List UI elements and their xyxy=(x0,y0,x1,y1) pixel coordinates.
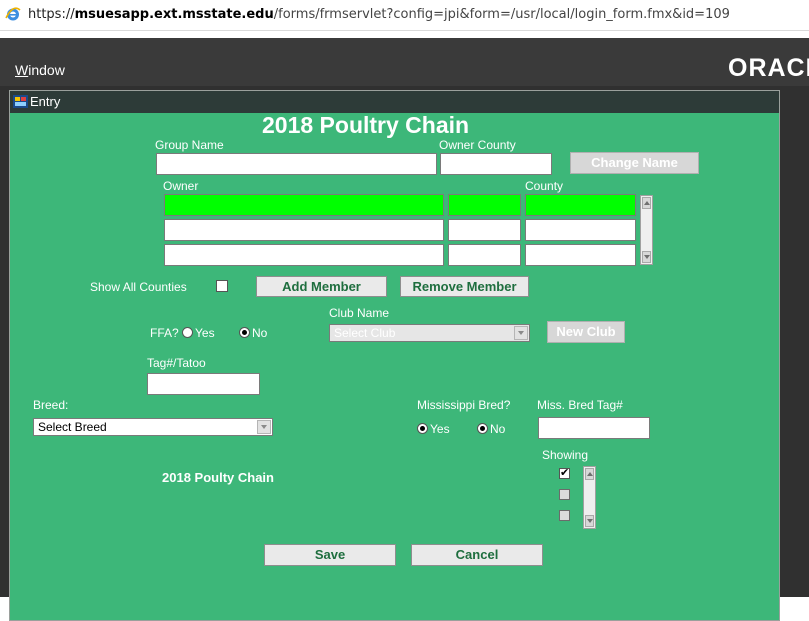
address-bar[interactable]: https://msuesapp.ext.msstate.edu/forms/f… xyxy=(0,0,809,31)
url-path: /forms/frmservlet?config=jpi&form=/usr/l… xyxy=(273,7,730,22)
ms-bred-yes-label: Yes xyxy=(430,422,450,436)
menu-window[interactable]: Window xyxy=(15,62,65,78)
owner-county-label: Owner County xyxy=(439,138,516,152)
county-column-header: County xyxy=(525,179,564,193)
owner-scrollbar[interactable] xyxy=(640,195,653,265)
tag-field[interactable] xyxy=(147,373,260,395)
chevron-down-icon[interactable] xyxy=(257,420,271,434)
form-body: 2018 Poultry Chain Group Name Owner Coun… xyxy=(10,112,779,620)
breed-select-value: Select Breed xyxy=(38,420,107,434)
club-select-value: Select Club xyxy=(334,326,396,340)
tag-label: Tag#/Tatoo xyxy=(147,356,206,370)
scroll-down-icon[interactable] xyxy=(585,515,594,527)
group-name-label: Group Name xyxy=(155,138,224,152)
ms-bred-no-radio[interactable] xyxy=(477,423,488,434)
menu-window-label: indow xyxy=(28,62,65,78)
show-all-counties-label: Show All Counties xyxy=(90,280,187,294)
ffa-yes-radio[interactable] xyxy=(182,327,193,338)
window-title: Entry xyxy=(30,94,61,109)
scroll-up-icon[interactable] xyxy=(585,468,594,480)
owner-row-1-county[interactable] xyxy=(525,194,636,216)
owner-row-2-field[interactable] xyxy=(448,219,521,241)
ffa-no-radio[interactable] xyxy=(239,327,250,338)
chevron-down-icon[interactable] xyxy=(514,326,528,340)
club-name-label: Club Name xyxy=(329,306,390,320)
ms-bred-tag-label: Miss. Bred Tag# xyxy=(537,398,623,412)
url-host: msuesapp.ext.msstate.edu xyxy=(74,7,274,22)
menu-window-mnemonic: W xyxy=(15,62,29,78)
ffa-no-label: No xyxy=(252,326,268,340)
form-heading: 2018 Poultry Chain xyxy=(262,112,470,138)
showing-label: Showing xyxy=(542,448,589,462)
remove-member-button[interactable]: Remove Member xyxy=(400,276,529,297)
owner-row-1-field[interactable] xyxy=(448,194,521,216)
showing-checkbox-1[interactable] xyxy=(559,466,570,479)
owner-county-field[interactable] xyxy=(440,153,552,175)
cancel-button[interactable]: Cancel xyxy=(411,544,543,566)
change-name-button[interactable]: Change Name xyxy=(570,152,699,174)
url-scheme: https:// xyxy=(28,7,75,22)
scroll-up-icon[interactable] xyxy=(642,197,651,209)
new-club-button[interactable]: New Club xyxy=(547,321,625,343)
form-window-icon xyxy=(13,95,28,108)
entry-window: Entry 2018 Poultry Chain Group Name Owne… xyxy=(9,90,780,621)
chain-caption: 2018 Poulty Chain xyxy=(162,470,274,485)
group-name-field[interactable] xyxy=(156,153,437,175)
owner-row-1-name[interactable] xyxy=(164,194,444,216)
owner-row-3-field[interactable] xyxy=(448,244,521,266)
ms-bred-label: Mississippi Bred? xyxy=(417,398,511,412)
breed-select[interactable]: Select Breed xyxy=(33,418,273,436)
oracle-logo: ORACLE xyxy=(728,54,809,82)
showing-checkbox-3[interactable] xyxy=(559,510,570,521)
owner-column-header: Owner xyxy=(163,179,199,193)
scroll-down-icon[interactable] xyxy=(642,251,651,263)
ie-icon xyxy=(5,7,21,21)
ms-bred-yes-radio[interactable] xyxy=(417,423,428,434)
ffa-label: FFA? xyxy=(150,326,179,340)
owner-row-3-name[interactable] xyxy=(164,244,444,266)
owner-row-3-county[interactable] xyxy=(525,244,636,266)
owner-row-2-county[interactable] xyxy=(525,219,636,241)
save-button[interactable]: Save xyxy=(264,544,396,566)
add-member-button[interactable]: Add Member xyxy=(256,276,387,297)
showing-checkbox-2[interactable] xyxy=(559,489,570,500)
breed-label: Breed: xyxy=(33,398,69,412)
ffa-yes-label: Yes xyxy=(195,326,215,340)
menu-bar: Window ORACLE xyxy=(0,38,809,86)
window-title-bar[interactable]: Entry xyxy=(10,91,779,113)
app-area: Window ORACLE Entry 2018 Poultry Chain G… xyxy=(0,38,809,621)
show-all-counties-checkbox[interactable] xyxy=(216,280,228,292)
ms-bred-no-label: No xyxy=(490,422,506,436)
url-text[interactable]: https://msuesapp.ext.msstate.edu/forms/f… xyxy=(28,7,730,22)
ms-bred-tag-field[interactable] xyxy=(538,417,650,439)
club-select[interactable]: Select Club xyxy=(329,324,530,342)
owner-row-2-name[interactable] xyxy=(164,219,444,241)
showing-scrollbar[interactable] xyxy=(583,466,596,529)
